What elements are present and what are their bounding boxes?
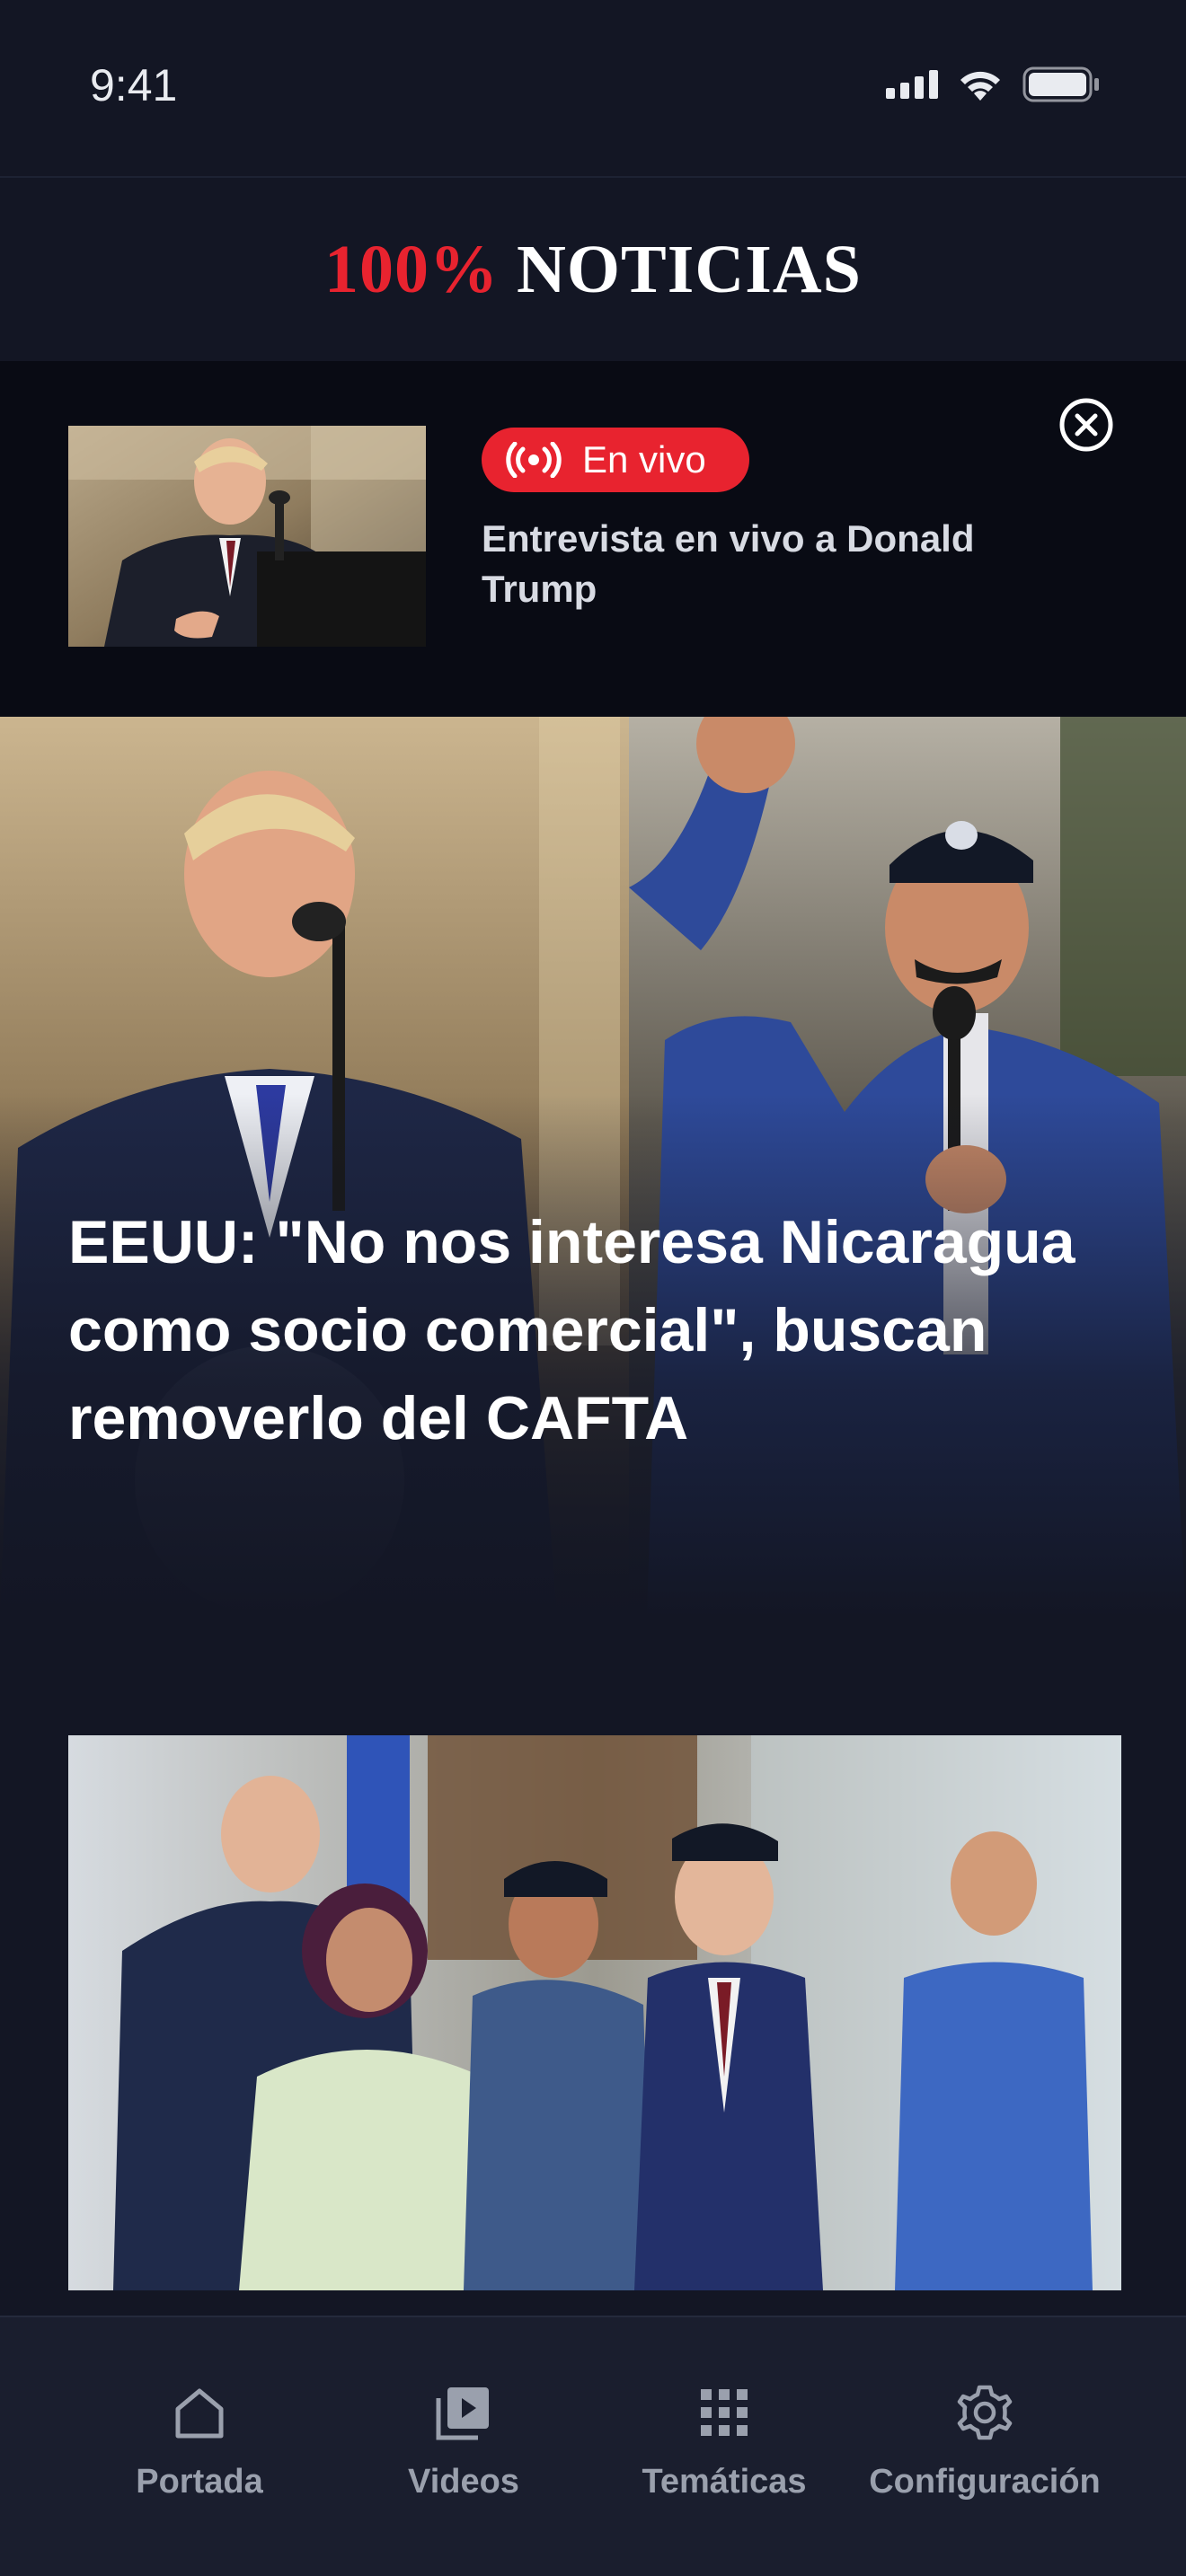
live-title[interactable]: Entrevista en vivo a Donald Trump <box>482 514 1057 614</box>
article-image <box>68 1735 1121 2290</box>
hero-story[interactable] <box>0 717 1186 1619</box>
tab-label-configuracion: Configuración <box>869 2463 1101 2501</box>
app-header: 100% NOTICIAS <box>0 178 1186 361</box>
logo-name: NOTICIAS <box>517 231 862 307</box>
video-library-icon <box>436 2387 489 2440</box>
home-icon <box>175 2388 224 2439</box>
tab-label-tematicas: Temáticas <box>642 2463 807 2501</box>
cellular-signal-icon <box>886 70 938 99</box>
tab-portada[interactable]: Portada <box>68 2317 331 2542</box>
app-logo[interactable]: 100% NOTICIAS <box>324 231 862 309</box>
tab-label-videos: Videos <box>408 2463 519 2501</box>
tab-configuracion[interactable]: Configuración <box>854 2317 1116 2542</box>
live-badge: En vivo <box>482 428 749 492</box>
article-card-image[interactable] <box>68 1735 1121 2290</box>
close-live-banner-button[interactable] <box>1058 397 1114 453</box>
status-time: 9:41 <box>90 60 178 110</box>
live-thumbnail-image <box>68 426 426 647</box>
live-badge-label: En vivo <box>582 438 706 481</box>
status-bar: 9:41 <box>0 0 1186 176</box>
close-icon <box>1059 398 1113 452</box>
tab-label-portada: Portada <box>136 2463 263 2501</box>
tab-videos[interactable]: Videos <box>332 2317 595 2542</box>
bottom-tab-bar: Portada Videos Temáticas Configuración <box>0 2316 1186 2576</box>
logo-percent: 100% <box>324 231 500 307</box>
tab-tematicas[interactable]: Temáticas <box>593 2317 855 2542</box>
battery-icon <box>1022 66 1099 102</box>
status-icons <box>886 66 1100 102</box>
hero-title[interactable]: EEUU: "No nos interesa Nicaragua como so… <box>68 1198 1128 1462</box>
live-broadcast-icon <box>506 442 562 478</box>
grid-icon <box>701 2389 748 2436</box>
gear-icon <box>957 2385 1013 2440</box>
hero-image <box>0 717 1186 1619</box>
wifi-icon <box>960 71 1000 101</box>
live-thumbnail[interactable] <box>68 426 426 647</box>
